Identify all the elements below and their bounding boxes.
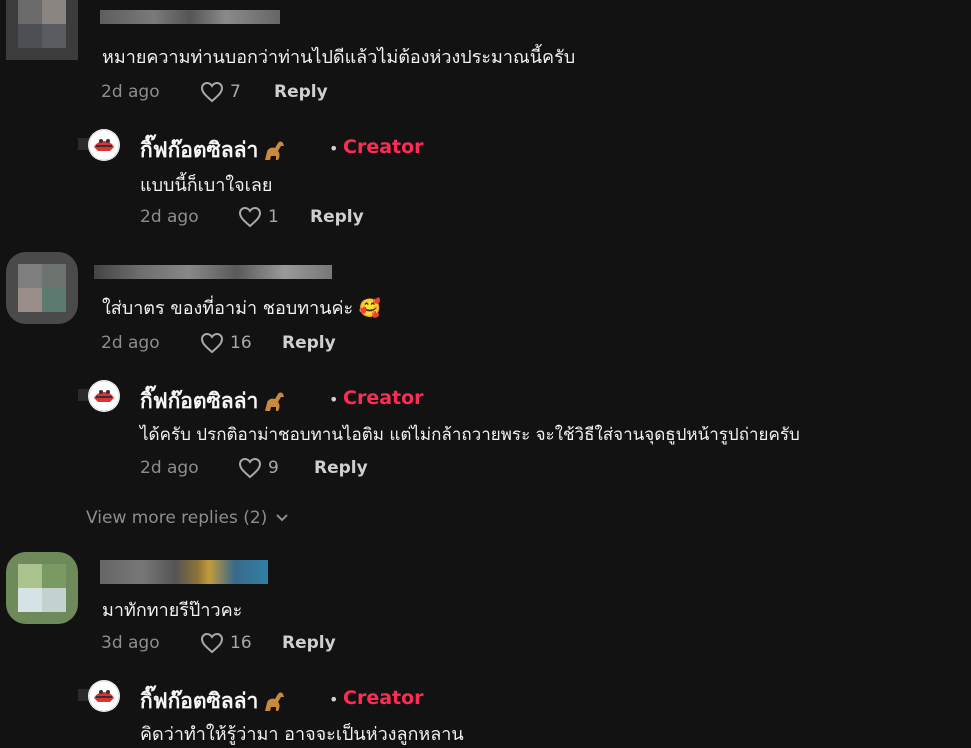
comment-text: หมายความท่านบอกว่าท่านไปดีแล้วไม่ต้องห่ว… [102,47,576,68]
dinosaur-icon [262,389,288,415]
creator-avatar[interactable] [88,129,120,161]
comment-time: 2d ago [101,333,160,353]
like-count: 1 [268,207,279,227]
creator-name[interactable]: กิ๊ฟก๊อตซิลล่า [140,385,288,418]
like-count: 16 [230,333,252,353]
reply-time: 2d ago [140,207,199,227]
creator-avatar[interactable] [88,380,120,412]
like-button[interactable]: 1 [238,206,279,228]
creator-name[interactable]: กิ๊ฟก๊อตซิลล่า [140,134,288,167]
comment-time: 3d ago [101,633,160,653]
like-button[interactable]: 9 [238,457,279,479]
reply-button[interactable]: Reply [282,633,336,653]
view-more-replies-button[interactable]: View more replies (2) [86,508,289,528]
creator-logo-icon [88,380,120,412]
dinosaur-icon [262,689,288,715]
avatar[interactable] [6,552,78,624]
reply-button[interactable]: Reply [314,458,368,478]
comment-text: มาทักทายรีป๊าวคะ [102,600,243,621]
like-count: 16 [230,633,252,653]
reply-text: แบบนี้ก็เบาใจเลย [140,175,273,196]
heart-icon [238,206,262,228]
comment-text: ใส่บาตร ของที่อาม่า ชอบทานค่ะ 🥰 [102,298,382,319]
creator-avatar[interactable] [88,680,120,712]
reply-button[interactable]: Reply [274,82,328,102]
creator-logo-icon [88,680,120,712]
avatar[interactable] [6,252,78,324]
creator-badge: Creator [343,687,424,709]
comment-time: 2d ago [101,82,160,102]
heart-icon [200,81,224,103]
reply-text: คิดว่าทำให้รู้ว่ามา อาจจะเป็นห่วงลูกหลาน [140,724,464,745]
username-blurred[interactable] [100,560,268,584]
heart-icon [238,457,262,479]
reply-time: 2d ago [140,458,199,478]
avatar[interactable] [6,0,78,60]
like-count: 7 [230,82,241,102]
separator-dot: • [329,390,339,409]
like-count: 9 [268,458,279,478]
like-button[interactable]: 16 [200,632,252,654]
view-more-label: View more replies (2) [86,508,268,528]
username-blurred[interactable] [94,265,332,279]
creator-badge: Creator [343,136,424,158]
separator-dot: • [329,690,339,709]
reply-text: ได้ครับ ปรกติอาม่าชอบทานไอติม แต่ไม่กล้า… [140,425,800,445]
like-button[interactable]: 7 [200,81,241,103]
heart-icon [200,332,224,354]
separator-dot: • [329,139,339,158]
reply-button[interactable]: Reply [282,333,336,353]
dinosaur-icon [262,138,288,164]
like-button[interactable]: 16 [200,332,252,354]
chevron-down-icon [276,514,289,522]
username-blurred[interactable] [100,10,280,24]
creator-badge: Creator [343,387,424,409]
creator-logo-icon [88,129,120,161]
heart-icon [200,632,224,654]
reply-button[interactable]: Reply [310,207,364,227]
creator-name[interactable]: กิ๊ฟก๊อตซิลล่า [140,685,288,718]
